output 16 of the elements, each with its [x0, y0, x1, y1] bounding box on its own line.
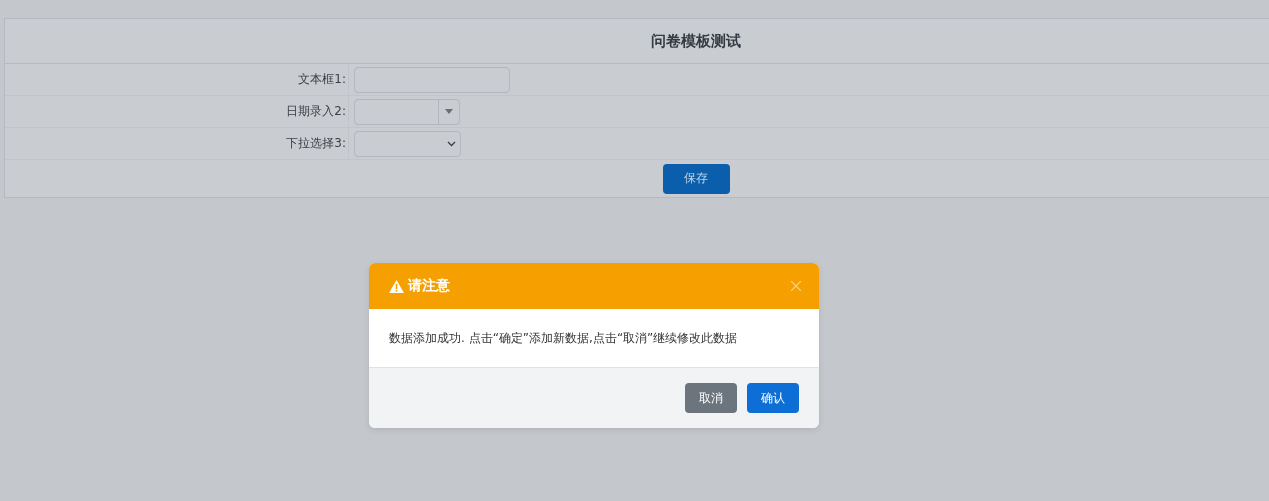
form-title: 问卷模板测试	[651, 31, 741, 51]
close-icon	[791, 281, 801, 291]
date-input-field[interactable]	[354, 98, 460, 125]
confirm-button[interactable]: 确认	[747, 383, 799, 413]
save-button[interactable]: 保存	[662, 163, 730, 194]
field-label: 日期录入2:	[286, 103, 346, 120]
field-label: 文本框1:	[298, 71, 346, 88]
cancel-button[interactable]: 取消	[685, 383, 737, 413]
warning-icon	[389, 279, 404, 293]
select-field[interactable]	[354, 130, 461, 157]
chevron-down-icon	[447, 140, 456, 147]
dialog-title: 请注意	[408, 277, 450, 295]
dialog-message: 数据添加成功. 点击“确定”添加新数据,点击“取消”继续修改此数据	[389, 329, 738, 347]
close-button[interactable]	[791, 281, 801, 291]
field-label: 下拉选择3:	[286, 135, 346, 152]
caret-icon	[445, 109, 453, 114]
